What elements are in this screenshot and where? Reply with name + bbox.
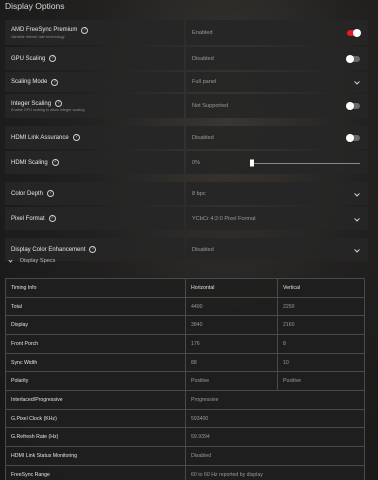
gpu-scaling-label: GPU Scaling <box>11 55 46 62</box>
help-icon[interactable]: ? <box>51 78 59 86</box>
help-icon[interactable]: ? <box>47 190 55 197</box>
freesync-value: Enabled <box>192 29 213 36</box>
table-row: FreeSync Range 60 to 60 Hz reported by d… <box>5 464 365 480</box>
table-cell: Disabled <box>185 446 365 466</box>
table-cell: Positive <box>277 371 365 392</box>
chevron-down-icon[interactable] <box>354 190 360 197</box>
settings-list: AMD FreeSync Premium ? Variable refresh … <box>0 20 378 263</box>
help-icon[interactable]: ? <box>48 215 56 222</box>
table-cell: Display <box>5 315 186 336</box>
chevron-down-icon[interactable] <box>354 215 360 222</box>
table-cell: Positive <box>185 371 278 392</box>
table-row: Front Porch 176 8 <box>5 334 365 354</box>
color-depth-row[interactable]: Color Depth ? 8 bpc <box>0 182 378 205</box>
table-row: HDMI Link Status Monitoring Disabled <box>5 446 365 466</box>
pixel-format-row[interactable]: Pixel Format ? YCbCr 4:2:0 Pixel Format <box>0 207 378 230</box>
hdmi-link-value: Disabled <box>192 134 214 141</box>
scaling-mode-row[interactable]: Scaling Mode ? Full panel <box>0 72 378 92</box>
table-cell: 59.9394 <box>185 427 365 448</box>
help-icon[interactable]: ? <box>81 26 89 34</box>
table-cell: Interlaced/Progressive <box>5 390 186 410</box>
hdmi-link-toggle[interactable] <box>346 133 360 142</box>
scaling-mode-label: Scaling Mode <box>11 79 48 85</box>
integer-scaling-value: Not Supported <box>192 103 229 109</box>
pixel-format-label: Pixel Format <box>11 215 45 222</box>
table-cell: Progressive <box>185 390 365 410</box>
color-enhancement-label: Display Color Enhancement <box>11 246 86 253</box>
freesync-toggle[interactable] <box>347 28 361 37</box>
hdmi-scaling-slider-track[interactable] <box>250 162 360 164</box>
table-cell: HDMI Link Status Monitoring <box>5 446 186 466</box>
table-cell: Sync Width <box>5 352 186 373</box>
freesync-sublabel: Variable refresh rate technology <box>11 34 65 39</box>
table-cell: FreeSync Range <box>5 464 186 480</box>
table-cell: 2160 <box>277 315 365 336</box>
help-icon[interactable]: ? <box>49 55 57 62</box>
table-row: Sync Width 88 10 <box>5 352 365 373</box>
table-cell: 10 <box>277 352 365 373</box>
timing-table: Timing Info Horizontal Vertical Total 44… <box>5 278 365 392</box>
table-cell: 3840 <box>185 315 278 336</box>
chevron-down-icon <box>8 257 13 263</box>
hdmi-link-label: HDMI Link Assurance <box>11 134 69 141</box>
hdmi-scaling-slider-thumb[interactable] <box>250 159 254 166</box>
integer-scaling-label: Integer Scaling <box>11 100 52 107</box>
integer-scaling-toggle[interactable] <box>346 102 360 110</box>
display-specs-toggle[interactable]: Display Specs <box>8 257 56 264</box>
table-header: Timing Info <box>5 278 186 298</box>
table-cell: Total <box>5 296 186 317</box>
table-row: Interlaced/Progressive Progressive <box>5 390 365 410</box>
table-header: Vertical <box>277 278 365 298</box>
table-cell: 8 <box>277 334 365 354</box>
table-cell: 176 <box>185 334 278 354</box>
color-depth-value: 8 bpc <box>192 190 206 197</box>
table-header: Horizontal <box>185 278 278 298</box>
gpu-scaling-toggle[interactable] <box>346 54 360 63</box>
hdmi-link-row: HDMI Link Assurance ? Disabled <box>0 126 378 149</box>
hdmi-scaling-row: HDMI Scaling ? 0% <box>0 151 378 174</box>
gpu-scaling-value: Disabled <box>192 55 214 62</box>
freesync-label: AMD FreeSync Premium <box>11 27 78 33</box>
display-specs-title: Display Specs <box>20 258 56 264</box>
table-cell: 60 to 60 Hz reported by display <box>185 464 365 480</box>
color-enhancement-row[interactable]: Display Color Enhancement ? Disabled <box>0 238 378 261</box>
pixel-format-value: YCbCr 4:2:0 Pixel Format <box>192 215 256 222</box>
table-row: Polarity Positive Positive <box>5 371 365 392</box>
table-row: G.Pixel Clock (KHz) 593400 <box>5 408 365 429</box>
table-cell: 88 <box>185 352 278 373</box>
table-cell: Front Porch <box>5 334 186 354</box>
table-cell: 4400 <box>185 296 278 317</box>
freesync-row: AMD FreeSync Premium ? Variable refresh … <box>0 20 378 45</box>
help-icon[interactable]: ? <box>51 159 59 166</box>
table-cell: Polarity <box>5 371 186 392</box>
help-icon[interactable]: ? <box>72 134 80 141</box>
hdmi-scaling-label: HDMI Scaling <box>11 159 48 166</box>
table-cell: G.Refresh Rate (Hz) <box>5 427 186 448</box>
color-enhancement-value: Disabled <box>192 246 214 253</box>
gpu-scaling-row: GPU Scaling ? Disabled <box>0 47 378 70</box>
table-row: Display 3840 2160 <box>5 315 365 336</box>
page-title: Display Options <box>5 1 65 11</box>
specs-table: Interlaced/Progressive Progressive G.Pix… <box>5 390 365 480</box>
table-cell: 2250 <box>277 296 365 317</box>
table-cell: G.Pixel Clock (KHz) <box>5 408 186 429</box>
chevron-down-icon[interactable] <box>354 78 360 85</box>
color-depth-label: Color Depth <box>11 190 44 197</box>
hdmi-scaling-value: 0% <box>192 159 201 166</box>
scaling-mode-value: Full panel <box>192 79 217 85</box>
table-cell: 593400 <box>185 408 365 429</box>
table-header-row: Timing Info Horizontal Vertical <box>5 278 365 298</box>
integer-scaling-row: Integer Scaling ? Enable GPU scaling to … <box>0 94 378 118</box>
integer-scaling-sublabel: Enable GPU scaling to allow integer scal… <box>11 108 86 112</box>
help-icon[interactable]: ? <box>89 246 97 253</box>
table-row: Total 4400 2250 <box>5 296 365 317</box>
help-icon[interactable]: ? <box>55 100 63 107</box>
chevron-down-icon[interactable] <box>354 246 360 253</box>
table-row: G.Refresh Rate (Hz) 59.9394 <box>5 427 365 448</box>
